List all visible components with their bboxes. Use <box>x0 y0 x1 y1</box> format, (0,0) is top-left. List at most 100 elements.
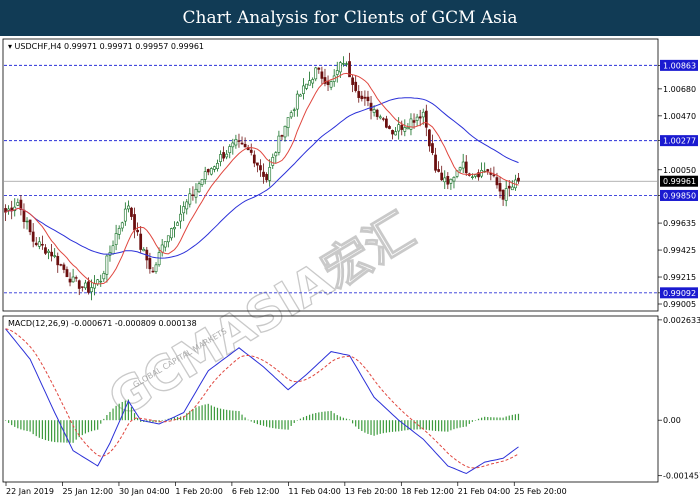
macd-histogram-bar <box>296 420 298 421</box>
candle-body <box>443 177 447 183</box>
candle-body <box>372 109 376 113</box>
candle-body <box>446 176 450 185</box>
level-tag-label: 0.99850 <box>663 191 696 200</box>
candle-body <box>41 243 44 246</box>
candle-body <box>7 208 10 211</box>
candle-body <box>415 116 419 121</box>
candle-body <box>289 112 293 118</box>
macd-histogram-bar <box>253 420 255 423</box>
candle-body <box>34 242 38 246</box>
macd-histogram-bar <box>103 418 105 421</box>
candle-body <box>486 169 490 172</box>
macd-histogram-bar <box>223 409 225 421</box>
candle-body <box>338 62 342 73</box>
macd-histogram-bar <box>207 403 209 421</box>
candle-body <box>262 171 265 177</box>
candle-body <box>163 241 167 248</box>
candle-body <box>305 83 308 89</box>
macd-histogram-bar <box>124 400 126 421</box>
candle-body <box>47 250 50 253</box>
macd-histogram-bar <box>348 419 351 421</box>
macd-histogram-bar <box>355 420 357 427</box>
candle-body <box>173 226 176 230</box>
macd-histogram-bar <box>481 417 483 421</box>
macd-histogram-bar <box>364 420 366 433</box>
macd-histogram-bar <box>201 405 203 421</box>
candle-body <box>93 283 96 289</box>
macd-histogram-bar <box>398 420 400 432</box>
candle-body <box>437 169 440 172</box>
macd-histogram-bar <box>17 420 19 429</box>
macd-histogram-bar <box>192 408 194 421</box>
macd-histogram-bar <box>115 405 117 421</box>
candle-body <box>68 278 72 283</box>
macd-histogram-bar <box>496 417 498 421</box>
macd-histogram-bar <box>487 417 489 421</box>
macd-histogram-bar <box>238 411 240 421</box>
candle-body <box>345 63 348 65</box>
candle-body <box>200 179 204 185</box>
macd-histogram-bar <box>272 420 274 429</box>
candle-body <box>151 270 155 273</box>
macd-histogram-bar <box>35 420 37 437</box>
price-tick-label: 1.00680 <box>663 85 696 94</box>
time-axis: 22 Jan 2019 25 Jan 12:00 30 Jan 04:00 1 Feb… <box>5 482 567 496</box>
macd-histogram-bar <box>315 412 317 421</box>
macd-histogram-bar <box>275 420 277 429</box>
macd-histogram-bar <box>434 420 437 431</box>
candle-body <box>139 233 143 250</box>
candle-body <box>127 205 130 210</box>
macd-histogram-bar <box>493 417 495 421</box>
candle-body <box>120 222 124 229</box>
macd-histogram-bar <box>471 420 473 422</box>
macd-histogram-bar <box>57 420 59 443</box>
macd-histogram-bar <box>29 420 31 432</box>
candle-body <box>209 168 213 175</box>
candle-body <box>179 213 182 222</box>
macd-histogram-bar <box>293 420 295 423</box>
candle-body <box>378 116 382 119</box>
time-tick-label: 22 Jan 2019 <box>6 487 54 496</box>
candle-body <box>507 185 511 189</box>
candle-body <box>170 228 173 239</box>
macd-histogram-bar <box>81 420 83 436</box>
macd-histogram-bar <box>232 410 234 421</box>
macd-histogram-bar <box>250 420 252 422</box>
candle-body <box>317 67 321 70</box>
candle-body <box>492 174 496 177</box>
macd-histogram-bar <box>244 417 246 421</box>
macd-histogram-bar <box>345 418 348 421</box>
candle-body <box>295 93 299 110</box>
macd-histogram-bar <box>327 411 329 421</box>
candle-body <box>434 154 437 171</box>
macd-histogram-bar <box>14 420 16 427</box>
candle-body <box>102 273 106 280</box>
current-price-label: 0.99961 <box>663 177 696 186</box>
macd-histogram-bar <box>287 420 289 430</box>
candle-body <box>283 125 287 138</box>
macd-histogram-bar <box>318 412 320 421</box>
candle-body <box>50 251 53 257</box>
candle-body <box>213 166 216 170</box>
candle-body <box>249 149 253 153</box>
macd-histogram-bar <box>121 401 123 421</box>
candle-body <box>87 281 90 293</box>
candle-body <box>498 183 502 192</box>
candle-body <box>474 174 477 177</box>
candle-body <box>77 280 81 289</box>
candle-body <box>105 255 109 275</box>
candle-body <box>265 174 268 181</box>
candle-body <box>22 209 26 222</box>
macd-signal-line <box>5 328 519 469</box>
macd-histogram-bar <box>388 420 391 433</box>
macd-histogram-bar <box>281 420 283 430</box>
macd-histogram-bar <box>302 417 305 421</box>
macd-histogram-bar <box>376 420 378 435</box>
macd-title: MACD(12,26,9) -0.000671 -0.000809 0.0001… <box>8 319 197 328</box>
macd-histogram-bar <box>118 403 120 421</box>
macd-histogram-bar <box>189 410 191 421</box>
candle-body <box>302 85 305 94</box>
candle-body <box>219 154 222 162</box>
macd-histogram-bar <box>8 420 10 423</box>
candle-body <box>136 229 139 233</box>
